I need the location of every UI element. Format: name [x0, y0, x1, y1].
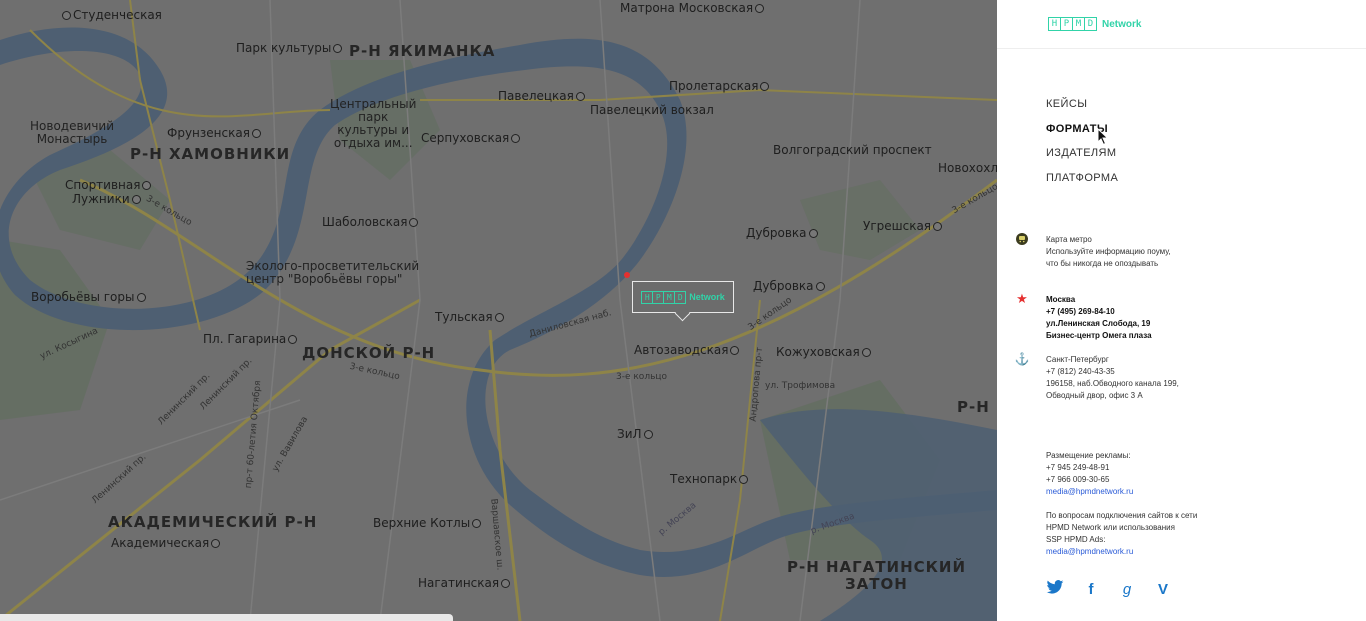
social-links: f g V	[1046, 580, 1172, 598]
metro-station[interactable]: Студенческая	[60, 9, 162, 21]
panel-header: НРМD Network	[997, 0, 1366, 49]
spb-address: Обводный двор, офис 3 А	[1046, 391, 1143, 400]
connect-text: HPMD Network или использования	[1046, 523, 1175, 532]
hpmd-logo-icon[interactable]: НРМD	[1048, 17, 1097, 31]
district-label: Р-Н НАГАТИНСКИЙ	[787, 558, 967, 576]
nav-publishers[interactable]: ИЗДАТЕЛЯМ	[1046, 146, 1118, 171]
moscow-phone[interactable]: +7 (495) 269-84-10	[1046, 306, 1152, 318]
connect-email-link[interactable]: media@hpmdnetwork.ru	[1046, 546, 1197, 558]
metro-station[interactable]: Технопарк	[670, 473, 750, 485]
district-label: Р-Н ЯКИМАНКА	[349, 42, 496, 60]
road-label: 3-е кольцо	[616, 372, 668, 382]
moscow-address: Бизнес-центр Омега плаза	[1046, 331, 1152, 340]
metro-line: что бы никогда не опоздывать	[1046, 259, 1159, 268]
spb-phone[interactable]: +7 (812) 240-43-35	[1046, 366, 1179, 378]
metro-station[interactable]: Новохохл	[938, 162, 997, 174]
metro-info: Карта метро Используйте информацию поуму…	[1016, 233, 1171, 270]
metro-station[interactable]: Фрунзенская	[167, 127, 263, 139]
metro-station[interactable]: Угрешская	[863, 220, 944, 232]
connect-text: По вопросам подключения сайтов к сети	[1046, 511, 1198, 520]
metro-station[interactable]: Лужники	[72, 193, 143, 205]
ads-phone[interactable]: +7 966 009-30-65	[1046, 474, 1133, 486]
vimeo-icon[interactable]: V	[1154, 581, 1172, 598]
spb-address: 196158, наб.Обводного канала 199,	[1046, 379, 1179, 388]
facebook-icon[interactable]: f	[1082, 581, 1100, 598]
ads-email-link[interactable]: media@hpmdnetwork.ru	[1046, 486, 1133, 498]
district-label: АКАДЕМИЧЕСКИЙ Р-Н	[108, 513, 318, 531]
metro-station[interactable]: Нагатинская	[418, 577, 512, 589]
marker-logo-word: Network	[689, 292, 725, 302]
spb-contacts: ⚓ Санкт-Петербург +7 (812) 240-43-35 196…	[1015, 353, 1179, 402]
metro-line: Используйте информацию поуму,	[1046, 247, 1171, 256]
metro-station[interactable]: Верхние Котлы	[373, 517, 483, 529]
mouse-cursor-icon	[1097, 128, 1109, 146]
metro-station[interactable]: Пл. Гагарина	[203, 333, 299, 345]
twitter-icon[interactable]	[1046, 580, 1064, 598]
metro-station[interactable]: Парк культуры	[236, 42, 344, 54]
marker-logo-icon: НРМD	[641, 290, 687, 304]
nav-cases[interactable]: КЕЙСЫ	[1046, 97, 1118, 122]
connect-contacts: По вопросам подключения сайтов к сети HP…	[1046, 510, 1197, 558]
metro-station[interactable]: Пролетарская	[669, 80, 771, 92]
metro-station[interactable]: Шаболовская	[322, 216, 420, 228]
map-marker-logo[interactable]: НРМD Network	[632, 281, 734, 313]
poi-label: Новодевичий Монастырь	[30, 119, 115, 146]
metro-station[interactable]: Тульская	[435, 311, 506, 323]
ads-contacts: Размещение рекламы: +7 945 249-48-91 +7 …	[1046, 450, 1133, 498]
metro-station[interactable]: Серпуховская	[421, 132, 522, 144]
metro-title[interactable]: Карта метро	[1046, 234, 1171, 246]
district-label: Р-Н ХАМОВНИКИ	[130, 145, 291, 163]
poi-label: Эколого-просветительский центр "Воробьёв…	[246, 259, 420, 286]
metro-station[interactable]: Дубровка	[753, 280, 827, 292]
ads-phone[interactable]: +7 945 249-48-91	[1046, 462, 1133, 474]
metro-station[interactable]: Волгоградский проспект	[773, 144, 932, 156]
google-icon[interactable]: g	[1118, 581, 1136, 598]
logo-word[interactable]: Network	[1102, 19, 1141, 30]
main-nav: КЕЙСЫ ФОРМАТЫ ИЗДАТЕЛЯМ ПЛАТФОРМА	[1046, 97, 1118, 195]
metro-station[interactable]: Павелецкая	[498, 90, 587, 102]
metro-station[interactable]: Воробьёвы горы	[31, 291, 148, 303]
anchor-icon: ⚓	[1014, 352, 1030, 366]
side-panel: НРМD Network КЕЙСЫ ФОРМАТЫ ИЗДАТЕЛЯМ ПЛА…	[997, 0, 1366, 621]
metro-station[interactable]: ЗиЛ	[617, 428, 655, 440]
metro-train-icon[interactable]	[1015, 232, 1029, 246]
metro-station[interactable]: Кожуховская	[776, 346, 873, 358]
metro-station[interactable]: Спортивная	[65, 179, 153, 191]
map[interactable]: Р-Н ЯКИМАНКА Р-Н ХАМОВНИКИ ДОНСКОЙ Р-Н А…	[0, 0, 997, 621]
nav-platform[interactable]: ПЛАТФОРМА	[1046, 171, 1118, 196]
metro-station[interactable]: Павелецкий вокзал	[590, 104, 714, 116]
district-label: ДОНСКОЙ Р-Н	[302, 344, 436, 362]
spb-city: Санкт-Петербург	[1046, 355, 1109, 364]
metro-station[interactable]: Дубровка	[746, 227, 820, 239]
ads-title: Размещение рекламы:	[1046, 451, 1131, 460]
district-label: Р-Н	[957, 398, 990, 416]
metro-station[interactable]: Автозаводская	[634, 344, 741, 356]
connect-text: SSP HPMD Ads:	[1046, 535, 1106, 544]
status-bar	[0, 614, 453, 621]
poi-label: Центральный парк культуры и отдыха им...	[330, 97, 417, 150]
location-pin-icon[interactable]	[624, 272, 630, 278]
metro-station[interactable]: Академическая	[111, 537, 222, 549]
road-label: ул. Трофимова	[765, 381, 836, 391]
moscow-address: ул.Ленинская Слобода, 19	[1046, 319, 1151, 328]
moscow-city: Москва	[1046, 295, 1076, 304]
star-icon: ★	[1016, 291, 1028, 306]
district-label: ЗАТОН	[845, 575, 908, 593]
moscow-contacts: ★ Москва +7 (495) 269-84-10 ул.Ленинская…	[1016, 292, 1152, 342]
metro-station[interactable]: Матрона Московская	[620, 2, 766, 14]
